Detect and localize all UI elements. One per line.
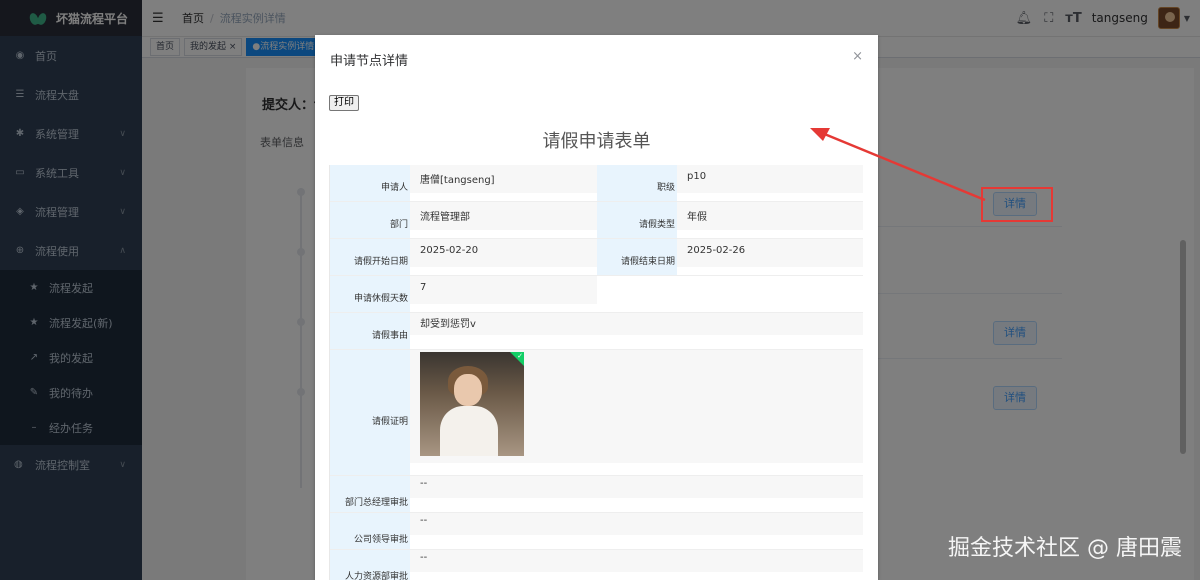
- leave-type-field[interactable]: 年假: [677, 202, 863, 230]
- form-row: 公司领导审批 *--: [330, 513, 863, 550]
- field-label: 申请人: [330, 165, 410, 201]
- form-heading: 请假申请表单: [542, 131, 651, 152]
- dept-mgr-field[interactable]: --: [410, 476, 863, 498]
- applicant-field[interactable]: 唐僧[tangseng]: [410, 165, 597, 193]
- field-value: *2025-02-26: [677, 239, 863, 275]
- days-label: 申请休假天数: [353, 294, 408, 304]
- node-detail-dialog: 申请节点详情 × 打印 请假申请表单 申请人 唐僧[tangseng] 职级 p…: [315, 35, 878, 580]
- leave-form: 申请人 唐僧[tangseng] 职级 p10 部门 流程管理部 请假类型 *年…: [329, 165, 863, 580]
- form-row: 申请人 唐僧[tangseng] 职级 p10: [330, 165, 863, 202]
- field-value: * ✓: [410, 350, 863, 475]
- end-date-field[interactable]: 2025-02-26: [677, 239, 863, 267]
- check-icon: ✓: [510, 352, 524, 366]
- field-label: 公司领导审批: [330, 513, 410, 549]
- form-row: 部门总经理审批 *--: [330, 476, 863, 513]
- end-date-label: 请假结束日期: [620, 257, 675, 267]
- field-value: 流程管理部: [410, 202, 597, 238]
- form-row: 请假开始日期 *2025-02-20 请假结束日期 *2025-02-26: [330, 239, 863, 276]
- form-row: 部门 流程管理部 请假类型 *年假: [330, 202, 863, 239]
- proof-label: 请假证明: [371, 417, 408, 427]
- image-face: [454, 374, 482, 406]
- dept-mgr-label: 部门总经理审批: [344, 498, 408, 508]
- leader-label: 公司领导审批: [353, 535, 408, 545]
- level-label: 职级: [656, 183, 675, 193]
- callout-highlight: [981, 187, 1053, 222]
- field-label: 人力资源部审批: [330, 550, 410, 580]
- start-date-label: 请假开始日期: [353, 257, 408, 267]
- leader-field[interactable]: --: [410, 513, 863, 535]
- level-field[interactable]: p10: [677, 165, 863, 193]
- field-label: 申请休假天数: [330, 276, 410, 312]
- field-label: 部门总经理审批: [330, 476, 410, 512]
- image-body: [440, 406, 498, 456]
- form-row: 申请休假天数 7: [330, 276, 863, 313]
- field-label: 请假结束日期: [597, 239, 677, 275]
- form-row: 请假事由 *却受到惩罚v: [330, 313, 863, 350]
- dept-label: 部门: [389, 220, 408, 230]
- hr-field[interactable]: --: [410, 550, 863, 572]
- dialog-title: 申请节点详情: [330, 54, 409, 69]
- applicant-label: 申请人: [380, 183, 408, 193]
- field-label: 部门: [330, 202, 410, 238]
- empty-cell: [597, 276, 863, 312]
- field-value: 唐僧[tangseng]: [410, 165, 597, 201]
- watermark: 掘金技术社区 @ 唐田震: [948, 536, 1182, 561]
- leave-type-label: 请假类型: [638, 220, 675, 230]
- field-value: 7: [410, 276, 597, 312]
- field-value: *--: [410, 476, 863, 512]
- field-value: *--: [410, 513, 863, 549]
- field-label: 请假类型: [597, 202, 677, 238]
- dept-field[interactable]: 流程管理部: [410, 202, 597, 230]
- start-date-field[interactable]: 2025-02-20: [410, 239, 597, 267]
- field-label: 请假证明: [330, 350, 410, 475]
- field-label: 职级: [597, 165, 677, 201]
- field-value: *年假: [677, 202, 863, 238]
- field-value: *2025-02-20: [410, 239, 597, 275]
- field-value: p10: [677, 165, 863, 201]
- form-row: 人力资源部审批 *--: [330, 550, 863, 580]
- field-value: *却受到惩罚v: [410, 313, 863, 349]
- print-button[interactable]: 打印: [329, 95, 359, 111]
- field-value: *--: [410, 550, 863, 580]
- field-label: 请假事由: [330, 313, 410, 349]
- field-label: 请假开始日期: [330, 239, 410, 275]
- hr-label: 人力资源部审批: [344, 572, 408, 580]
- form-row: 请假证明 * ✓: [330, 350, 863, 476]
- reason-label: 请假事由: [371, 331, 408, 341]
- days-field[interactable]: 7: [410, 276, 597, 304]
- app-root: 坏猫流程平台 ◉ 首页 ☰ 流程大盘 ✱ 系统管理 ∨ ▭ 系统工具 ∨ ◈ 流…: [0, 0, 1200, 580]
- reason-field[interactable]: 却受到惩罚v: [410, 313, 863, 335]
- proof-image[interactable]: ✓: [420, 352, 524, 456]
- close-icon[interactable]: ×: [852, 49, 863, 64]
